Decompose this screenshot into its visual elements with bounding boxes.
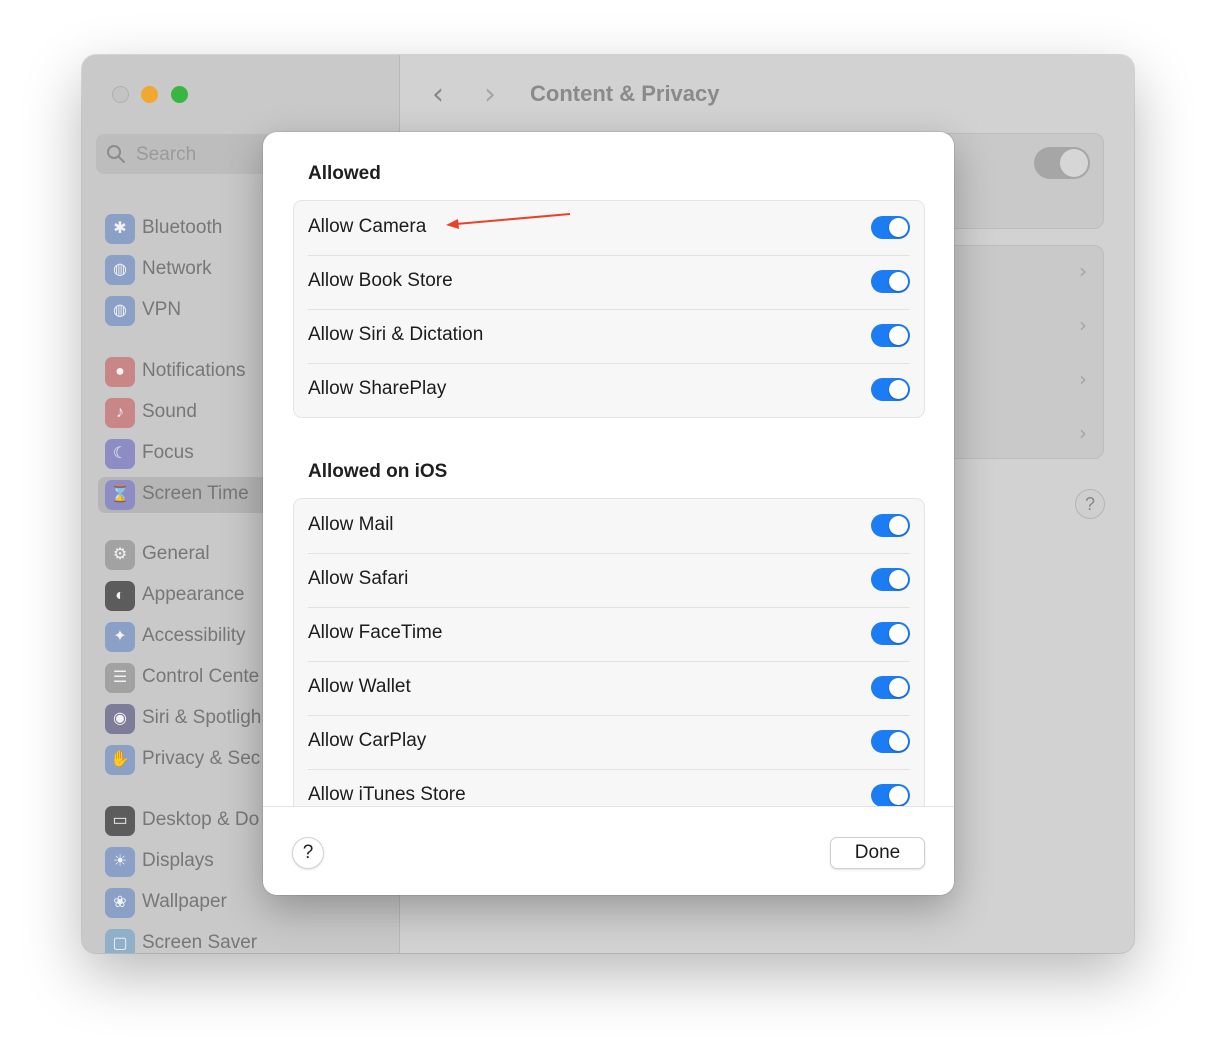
globe-icon: ◍ <box>105 255 135 285</box>
toggle-switch[interactable] <box>871 730 910 753</box>
control-center-icon: ☰ <box>105 663 135 693</box>
toggle-knob <box>889 786 908 805</box>
section-title-allowed: Allowed <box>308 163 381 184</box>
allowed-group: Allow Camera Allow Book Store Allow Siri &… <box>293 200 925 418</box>
moon-icon: ☾ <box>105 439 135 469</box>
done-button[interactable]: Done <box>830 837 925 869</box>
toggle-knob <box>889 678 908 697</box>
sidebar-item-label: General <box>142 543 210 564</box>
toggle-row-allow-facetime: Allow FaceTime <box>294 607 924 661</box>
sidebar-item-label: Network <box>142 258 212 279</box>
toggle-row-label: Allow Book Store <box>308 270 453 291</box>
toggle-switch[interactable] <box>871 514 910 537</box>
toggle-row-label: Allow iTunes Store <box>308 784 466 805</box>
toggle-row-allow-safari: Allow Safari <box>294 553 924 607</box>
sidebar-item-label: Displays <box>142 850 214 871</box>
toggle-row-allow-book-store: Allow Book Store <box>294 255 924 309</box>
toggle-knob <box>889 732 908 751</box>
toggle-row-label: Allow CarPlay <box>308 730 427 751</box>
toggle-row-allow-mail: Allow Mail <box>294 499 924 553</box>
toggle-row-allow-shareplay: Allow SharePlay <box>294 363 924 417</box>
sheet-footer: ? Done <box>263 806 954 895</box>
sidebar-item-label: Accessibility <box>142 625 246 646</box>
hand-icon: ✋ <box>105 745 135 775</box>
sidebar-item-label: Bluetooth <box>142 217 223 238</box>
search-placeholder: Search <box>136 144 197 165</box>
toggle-row-label: Allow Wallet <box>308 676 411 697</box>
chevron-right-icon: › <box>1079 367 1087 391</box>
forward-chevron-icon[interactable]: › <box>484 77 496 112</box>
sidebar-item-label: VPN <box>142 299 182 320</box>
appearance-icon: ◐ <box>105 581 135 611</box>
toggle-knob <box>889 272 908 291</box>
close-window-button[interactable] <box>112 86 129 103</box>
flower-icon: ❀ <box>105 888 135 918</box>
toggle-knob <box>889 326 908 345</box>
toggle-row-allow-itunes-store: Allow iTunes Store <box>294 769 924 806</box>
sidebar-item-label: Wallpaper <box>142 891 227 912</box>
background-toggle <box>1034 147 1090 179</box>
toggle-row-label: Allow SharePlay <box>308 378 447 399</box>
toggle-switch[interactable] <box>871 622 910 645</box>
sidebar-item-label: Desktop & Do <box>142 809 260 830</box>
sun-icon: ☀ <box>105 847 135 877</box>
gear-icon: ⚙ <box>105 540 135 570</box>
toggle-knob <box>889 218 908 237</box>
search-icon <box>107 145 125 163</box>
toggle-row-allow-wallet: Allow Wallet <box>294 661 924 715</box>
sidebar-item-label: Notifications <box>142 360 246 381</box>
desktop-icon: ▭ <box>105 806 135 836</box>
toggle-row-allow-carplay: Allow CarPlay <box>294 715 924 769</box>
chevron-right-icon: › <box>1079 259 1087 283</box>
sidebar-item-label: Privacy & Sec <box>142 748 261 769</box>
toggle-switch[interactable] <box>871 676 910 699</box>
bell-icon: ● <box>105 357 135 387</box>
zoom-window-button[interactable] <box>171 86 188 103</box>
toggle-row-label: Allow Camera <box>308 216 427 237</box>
toggle-row-label: Allow Mail <box>308 514 394 535</box>
speaker-icon: ♪ <box>105 398 135 428</box>
help-button[interactable]: ? <box>292 837 324 869</box>
siri-icon: ◉ <box>105 704 135 734</box>
toggle-switch[interactable] <box>871 270 910 293</box>
toggle-row-label: Allow Siri & Dictation <box>308 324 484 345</box>
sidebar-item-label: Screen Saver <box>142 932 258 953</box>
toggle-knob <box>889 380 908 399</box>
toggle-switch[interactable] <box>871 324 910 347</box>
content-privacy-sheet: Allowed Allow Camera Allow Book Store Allo… <box>263 132 954 895</box>
screen-saver-icon: ▢ <box>105 929 135 953</box>
vpn-globe-icon: ◍ <box>105 296 135 326</box>
toggle-switch[interactable] <box>871 216 910 239</box>
toggle-knob <box>889 624 908 643</box>
toggle-knob <box>889 570 908 589</box>
minimize-window-button[interactable] <box>141 86 158 103</box>
section-title-allowed-ios: Allowed on iOS <box>308 461 448 482</box>
sidebar-item-screen-saver[interactable]: ▢ Screen Saver <box>98 926 388 953</box>
toggle-row-allow-camera: Allow Camera <box>294 201 924 255</box>
back-chevron-icon[interactable]: ‹ <box>432 77 444 112</box>
toggle-switch[interactable] <box>871 568 910 591</box>
sheet-scroll-area[interactable]: Allowed Allow Camera Allow Book Store Allo… <box>263 132 954 806</box>
bluetooth-icon: ✱ <box>105 214 135 244</box>
accessibility-icon: ✦ <box>105 622 135 652</box>
toggle-knob <box>889 516 908 535</box>
sidebar-item-label: Control Cente <box>142 666 260 687</box>
toggle-switch[interactable] <box>871 378 910 401</box>
toolbar: ‹ › Content & Privacy <box>400 55 1134 133</box>
background-help-icon: ? <box>1075 489 1105 519</box>
chevron-right-icon: › <box>1079 313 1087 337</box>
toggle-row-label: Allow FaceTime <box>308 622 443 643</box>
sidebar-item-label: Sound <box>142 401 197 422</box>
allowed-ios-group: Allow Mail Allow Safari Allow FaceTime Allo… <box>293 498 925 806</box>
toggle-row-label: Allow Safari <box>308 568 409 589</box>
page-title: Content & Privacy <box>530 81 720 106</box>
chevron-right-icon: › <box>1079 421 1087 445</box>
sidebar-item-label: Siri & Spotligh <box>142 707 262 728</box>
sidebar-item-label: Appearance <box>142 584 245 605</box>
hourglass-icon: ⌛ <box>105 480 135 510</box>
sidebar-item-label: Focus <box>142 442 194 463</box>
sidebar-item-label: Screen Time <box>142 483 249 504</box>
toggle-switch[interactable] <box>871 784 910 806</box>
toggle-row-allow-siri-dictation: Allow Siri & Dictation <box>294 309 924 363</box>
